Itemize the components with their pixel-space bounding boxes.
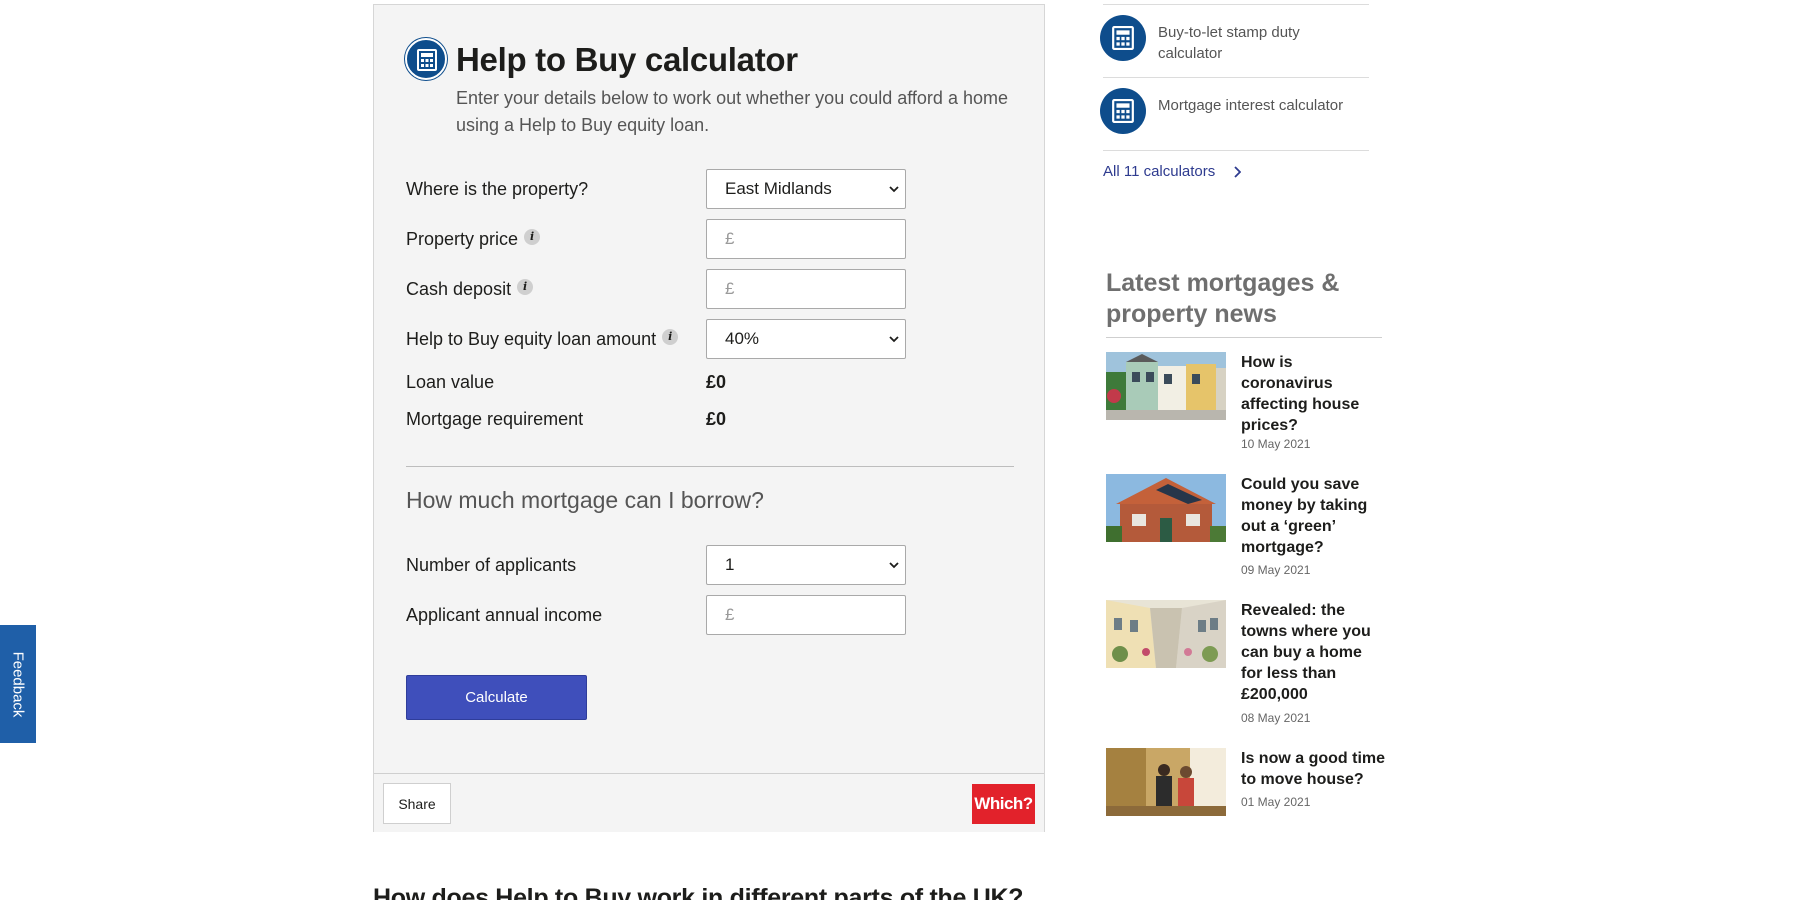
loan-value: £0 [706,372,727,392]
all-calculators-link[interactable]: All 11 calculators [1103,163,1242,180]
divider [1103,4,1369,5]
news-heading: Latest mortgages & property news [1106,269,1340,328]
info-icon[interactable]: i [524,228,541,245]
applicants-select[interactable]: 1 [706,545,906,585]
loan-value-label: Loan value [406,372,495,392]
equity-loan-select[interactable]: 40% [706,319,906,359]
chevron-right-icon [1234,165,1242,178]
news-title-link[interactable]: How is coronavirus affecting house price… [1241,352,1386,436]
cash-deposit-label: Cash deposit i [406,278,534,300]
news-date: 10 May 2021 [1241,437,1311,451]
news-date: 01 May 2021 [1241,795,1311,809]
divider [406,466,1014,467]
share-button[interactable]: Share [383,783,451,824]
region-select[interactable]: East Midlands [706,169,906,209]
calculator-intro: Enter your details below to work out whe… [456,88,1008,135]
calculator-title: Help to Buy calculator [456,41,798,78]
chevron-down-icon [889,186,899,193]
property-price-label: Property price i [406,228,541,250]
income-input[interactable]: £ [706,595,906,635]
calculator-footer: Share Which? [374,773,1044,832]
mortgage-requirement-label: Mortgage requirement [406,409,584,429]
calculator-icon[interactable] [1100,88,1146,134]
cash-deposit-input[interactable]: £ [706,269,906,309]
news-title-link[interactable]: Revealed: the towns where you can buy a … [1241,600,1386,705]
calculator-icon [405,38,447,80]
news-thumbnail[interactable] [1106,600,1226,668]
region-label: Where is the property? [406,179,589,199]
sidebar-calculator-link[interactable]: Mortgage interest calculator [1158,95,1348,116]
news-thumbnail[interactable] [1106,352,1226,420]
info-icon[interactable]: i [517,278,534,295]
news-date: 09 May 2021 [1241,563,1311,577]
calculate-button[interactable]: Calculate [406,675,587,720]
divider [1103,77,1369,78]
calculator-icon[interactable] [1100,15,1146,61]
news-title-link[interactable]: Is now a good time to move house? [1241,748,1386,790]
sidebar-calculator-link[interactable]: Buy-to-let stamp duty calculator [1158,22,1348,64]
news-thumbnail[interactable] [1106,748,1226,816]
property-price-input[interactable]: £ [706,219,906,259]
which-logo[interactable]: Which? [972,784,1035,824]
divider [1103,150,1369,151]
divider [1106,337,1382,338]
equity-loan-label: Help to Buy equity loan amount i [406,328,679,350]
income-label: Applicant annual income [406,605,603,625]
chevron-down-icon [889,336,899,343]
chevron-down-icon [889,562,899,569]
feedback-tab[interactable]: Feedback [0,625,36,743]
section-heading: How does Help to Buy work in different p… [373,884,1024,900]
news-thumbnail[interactable] [1106,474,1226,542]
applicants-label: Number of applicants [406,555,577,575]
help-to-buy-calculator: Help to Buy calculator Enter your detail… [373,4,1045,832]
news-title-link[interactable]: Could you save money by taking out a ‘gr… [1241,474,1386,558]
info-icon[interactable]: i [662,328,679,345]
mortgage-requirement-value: £0 [706,409,727,429]
borrow-heading: How much mortgage can I borrow? [406,487,764,513]
news-date: 08 May 2021 [1241,711,1311,725]
